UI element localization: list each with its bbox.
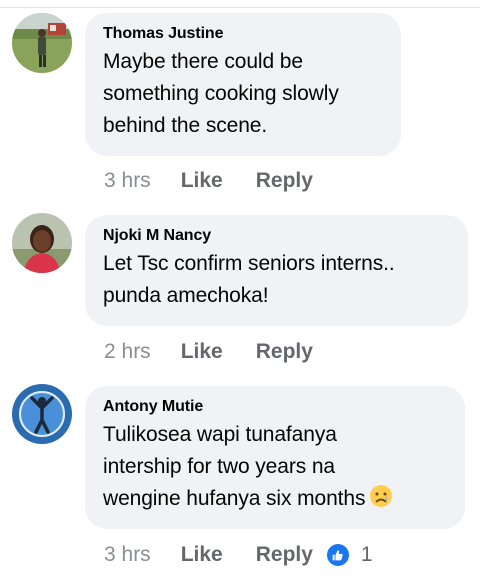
comment-text-line: behind the scene. <box>103 114 268 137</box>
comment-actions: 3 hrs Like Reply <box>104 166 313 196</box>
comment-text-line: Maybe there could be <box>103 50 303 73</box>
reply-button[interactable]: Reply <box>256 169 313 193</box>
comment-author[interactable]: Njoki M Nancy <box>103 226 450 246</box>
comment-text-line: Tulikosea wapi tunafanya <box>103 423 337 446</box>
comment-text-line: something cooking slowly <box>103 82 339 105</box>
comment-bubble: Antony Mutie Tulikosea wapi tunafanya in… <box>85 386 465 529</box>
comment-text: Maybe there could be something cooking s… <box>103 46 383 142</box>
avatar[interactable] <box>12 213 72 273</box>
like-button[interactable]: Like <box>181 169 223 193</box>
comment-timestamp[interactable]: 2 hrs <box>104 340 151 364</box>
comment-text-segment: wengine hufanya six months <box>103 487 366 510</box>
comment-bubble: Thomas Justine Maybe there could be some… <box>85 13 401 156</box>
comment-text-line: wengine hufanya six months <box>103 483 447 518</box>
reply-button[interactable]: Reply <box>256 340 313 364</box>
comment-text: Let Tsc confirm seniors interns.. punda … <box>103 248 450 312</box>
comment-timestamp[interactable]: 3 hrs <box>104 169 151 193</box>
like-button[interactable]: Like <box>181 340 223 364</box>
reply-button[interactable]: Reply <box>256 543 313 567</box>
reaction-count: 1 <box>360 543 373 566</box>
comment-actions: 3 hrs Like Reply 1 <box>104 540 373 570</box>
top-divider <box>0 7 480 8</box>
comment-timestamp[interactable]: 3 hrs <box>104 543 151 567</box>
reaction-summary[interactable]: 1 <box>326 543 373 567</box>
comment-text-line: punda amechoka! <box>103 284 269 307</box>
sad-face-emoji-icon <box>369 484 393 518</box>
comment-bubble: Njoki M Nancy Let Tsc confirm seniors in… <box>85 215 468 326</box>
comment-author[interactable]: Antony Mutie <box>103 397 447 417</box>
avatar[interactable] <box>12 384 72 444</box>
comment-text: Tulikosea wapi tunafanya intership for t… <box>103 419 447 518</box>
comment-text-line: intership for two years na <box>103 455 336 478</box>
comment-author[interactable]: Thomas Justine <box>103 24 383 44</box>
comment-actions: 2 hrs Like Reply <box>104 337 313 367</box>
comment-text-line: Let Tsc confirm seniors interns.. <box>103 252 395 275</box>
avatar[interactable] <box>12 13 72 73</box>
like-button[interactable]: Like <box>181 543 223 567</box>
like-reaction-icon <box>326 544 349 566</box>
